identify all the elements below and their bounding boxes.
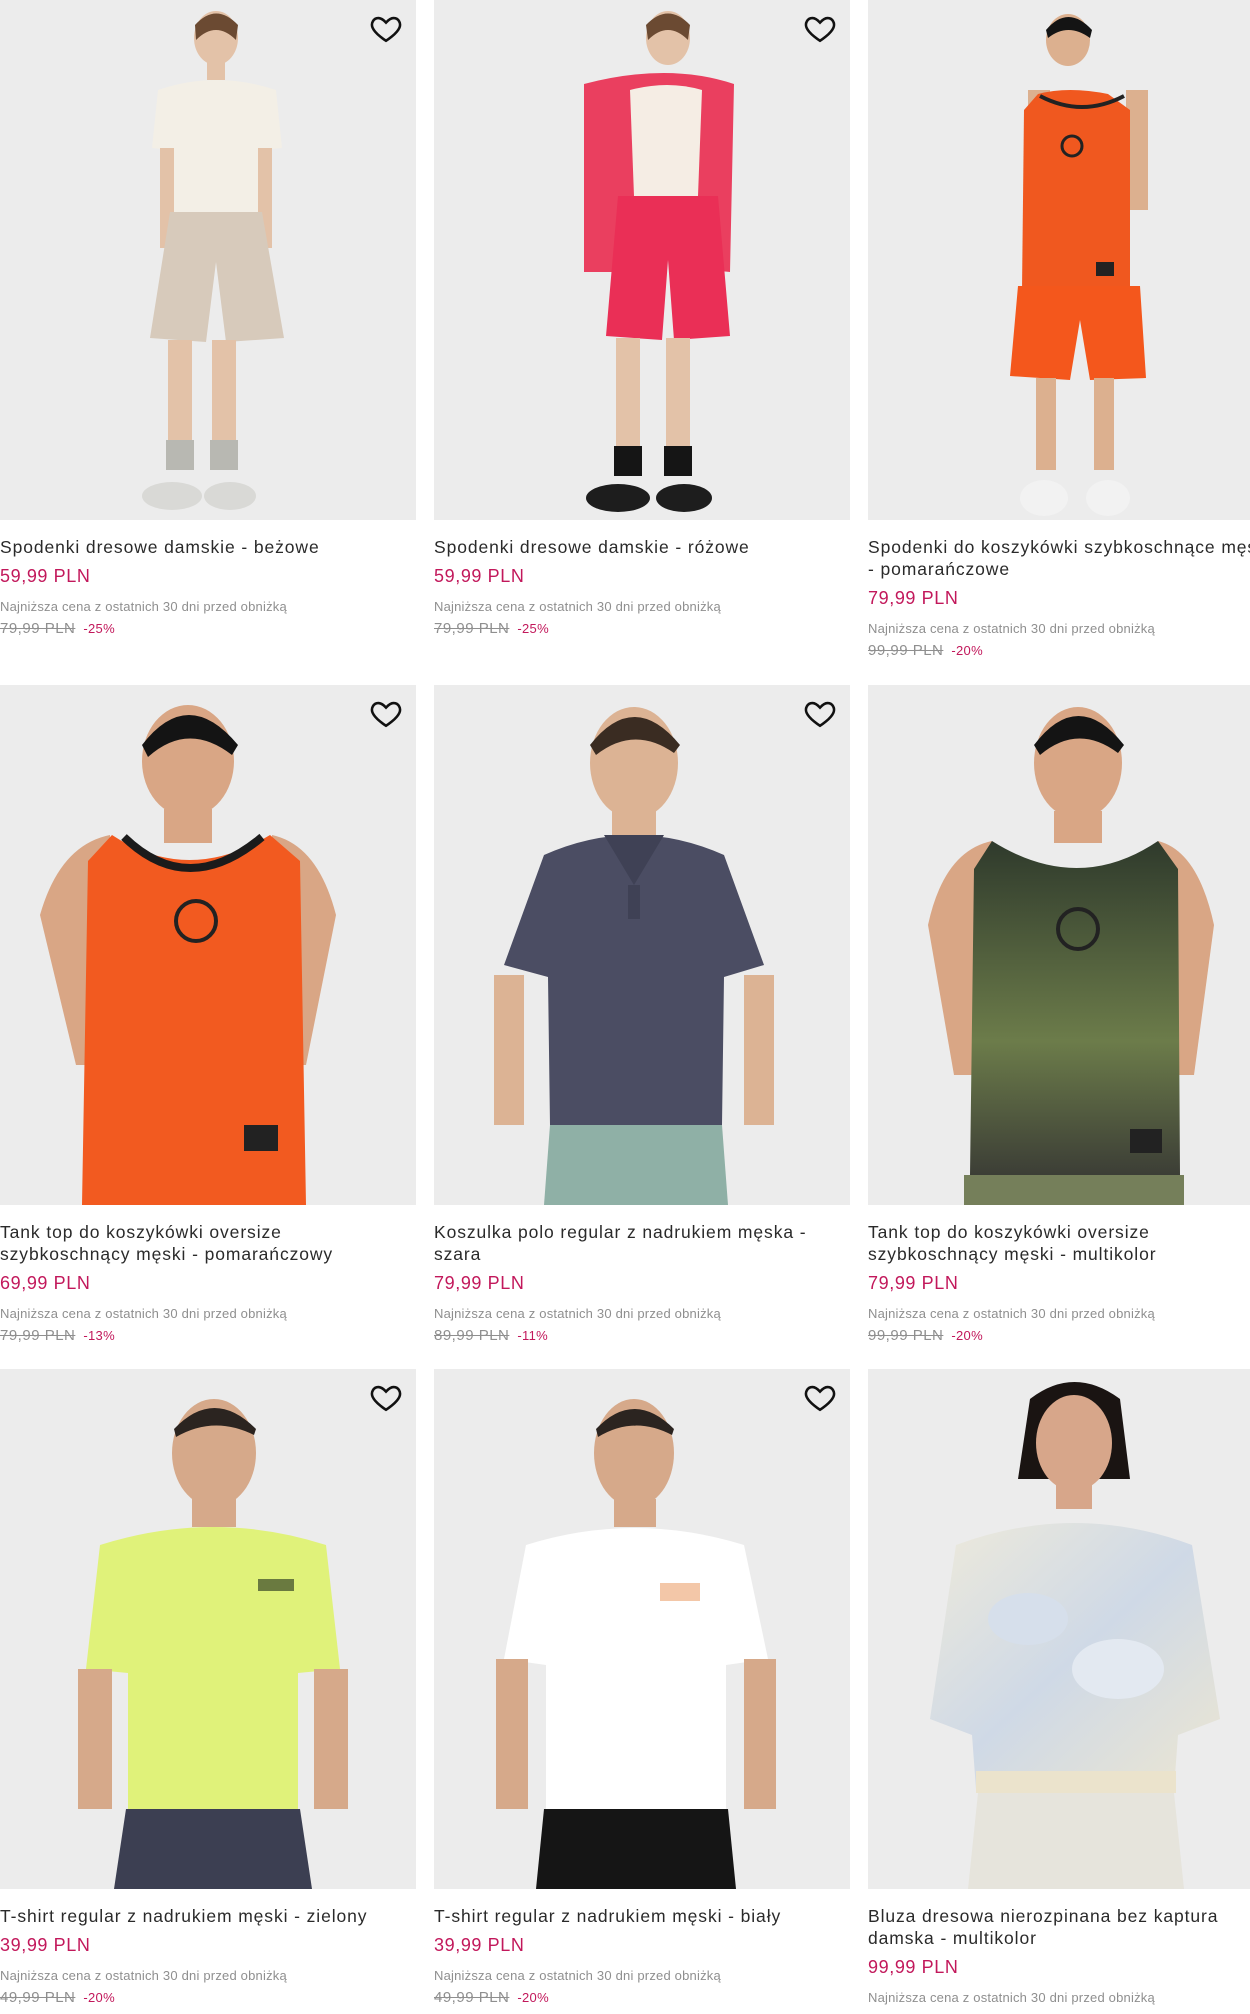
favorite-button[interactable] (366, 8, 406, 48)
product-photo-men-green-tank-top (868, 685, 1250, 1205)
product-image[interactable] (0, 685, 416, 1205)
product-photo-women-pink-shorts (434, 0, 850, 520)
product-photo-men-orange-basketball-set (868, 0, 1250, 520)
product-image[interactable] (434, 0, 850, 520)
lowest-price-note: Najniższa cena z ostatnich 30 dni przed … (0, 599, 287, 614)
product-photo-women-multicolor-sweatshirt (868, 1369, 1250, 1889)
old-price: 99,99 PLN (868, 642, 944, 659)
product-price: 79,99 PLN (868, 588, 959, 608)
product-image[interactable] (868, 685, 1250, 1205)
product-card[interactable]: T-shirt regular z nadrukiem męski - biał… (434, 1369, 850, 2007)
lowest-price-note: Najniższa cena z ostatnich 30 dni przed … (0, 1306, 287, 1321)
product-price: 79,99 PLN (868, 1273, 959, 1293)
product-image[interactable] (0, 0, 416, 520)
product-title[interactable]: Tank top do koszykówki oversize szybkosc… (868, 1221, 1250, 1265)
discount-badge: -25% (83, 621, 115, 636)
heart-outline-icon (370, 16, 402, 43)
product-price: 39,99 PLN (0, 1935, 91, 1955)
heart-outline-icon (804, 701, 836, 728)
product-title[interactable]: T-shirt regular z nadrukiem męski - ziel… (0, 1905, 416, 1927)
favorite-button[interactable] (366, 693, 406, 733)
product-image[interactable] (0, 1369, 416, 1889)
product-price: 99,99 PLN (868, 1957, 959, 1977)
old-price: 79,99 PLN (434, 620, 510, 637)
product-image[interactable] (868, 1369, 1250, 1889)
product-price: 39,99 PLN (434, 1935, 525, 1955)
favorite-button[interactable] (366, 1377, 406, 1417)
discount-badge: -11% (517, 1328, 548, 1343)
product-photo-men-grey-polo (434, 685, 850, 1205)
product-price: 79,99 PLN (434, 1273, 525, 1293)
heart-outline-icon (804, 1385, 836, 1412)
product-image[interactable] (434, 685, 850, 1205)
product-title[interactable]: Spodenki dresowe damskie - beżowe (0, 536, 416, 558)
product-grid: Spodenki dresowe damskie - beżowe 59,99 … (0, 0, 1250, 2014)
favorite-button[interactable] (800, 1377, 840, 1417)
product-card[interactable]: Bluza dresowa nierozpinana bez kaptura d… (868, 1369, 1250, 2006)
product-price: 59,99 PLN (0, 566, 91, 586)
old-price: 99,99 PLN (868, 1327, 944, 1344)
old-price: 79,99 PLN (0, 620, 76, 637)
old-price: 79,99 PLN (0, 1327, 76, 1344)
discount-badge: -13% (83, 1328, 115, 1343)
product-card[interactable]: Tank top do koszykówki oversize szybkosc… (868, 685, 1250, 1345)
discount-badge: -20% (951, 1328, 983, 1343)
product-title[interactable]: Tank top do koszykówki oversize szybkosc… (0, 1221, 416, 1265)
product-card[interactable]: Spodenki do koszykówki szybkoschnące męs… (868, 0, 1250, 660)
heart-outline-icon (370, 1385, 402, 1412)
lowest-price-note: Najniższa cena z ostatnich 30 dni przed … (434, 1968, 721, 1983)
product-image[interactable] (868, 0, 1250, 520)
old-price: 49,99 PLN (434, 1989, 510, 2006)
favorite-button[interactable] (800, 8, 840, 48)
lowest-price-note: Najniższa cena z ostatnich 30 dni przed … (868, 621, 1155, 636)
heart-outline-icon (804, 16, 836, 43)
lowest-price-note: Najniższa cena z ostatnich 30 dni przed … (434, 1306, 721, 1321)
heart-outline-icon (370, 701, 402, 728)
discount-badge: -20% (517, 1990, 549, 2005)
product-photo-men-orange-tank-top (0, 685, 416, 1205)
product-title[interactable]: Bluza dresowa nierozpinana bez kaptura d… (868, 1905, 1250, 1949)
lowest-price-note: Najniższa cena z ostatnich 30 dni przed … (0, 1968, 287, 1983)
product-card[interactable]: Spodenki dresowe damskie - różowe 59,99 … (434, 0, 850, 638)
product-photo-men-green-tshirt (0, 1369, 416, 1889)
lowest-price-note: Najniższa cena z ostatnich 30 dni przed … (868, 1306, 1155, 1321)
product-photo-women-beige-shorts (0, 0, 416, 520)
discount-badge: -25% (517, 621, 549, 636)
product-title[interactable]: Spodenki dresowe damskie - różowe (434, 536, 850, 558)
product-title[interactable]: Spodenki do koszykówki szybkoschnące męs… (868, 536, 1250, 580)
lowest-price-note: Najniższa cena z ostatnich 30 dni przed … (868, 1990, 1155, 2005)
product-title[interactable]: Koszulka polo regular z nadrukiem męska … (434, 1221, 850, 1265)
product-card[interactable]: Spodenki dresowe damskie - beżowe 59,99 … (0, 0, 416, 638)
product-card[interactable]: Koszulka polo regular z nadrukiem męska … (434, 685, 850, 1345)
product-price: 59,99 PLN (434, 566, 525, 586)
old-price: 89,99 PLN (434, 1327, 510, 1344)
product-title[interactable]: T-shirt regular z nadrukiem męski - biał… (434, 1905, 850, 1927)
product-price: 69,99 PLN (0, 1273, 91, 1293)
product-card[interactable]: T-shirt regular z nadrukiem męski - ziel… (0, 1369, 416, 2007)
old-price: 49,99 PLN (0, 1989, 76, 2006)
discount-badge: -20% (83, 1990, 115, 2005)
product-photo-men-white-tshirt (434, 1369, 850, 1889)
product-card[interactable]: Tank top do koszykówki oversize szybkosc… (0, 685, 416, 1345)
favorite-button[interactable] (800, 693, 840, 733)
lowest-price-note: Najniższa cena z ostatnich 30 dni przed … (434, 599, 721, 614)
product-image[interactable] (434, 1369, 850, 1889)
discount-badge: -20% (951, 643, 983, 658)
